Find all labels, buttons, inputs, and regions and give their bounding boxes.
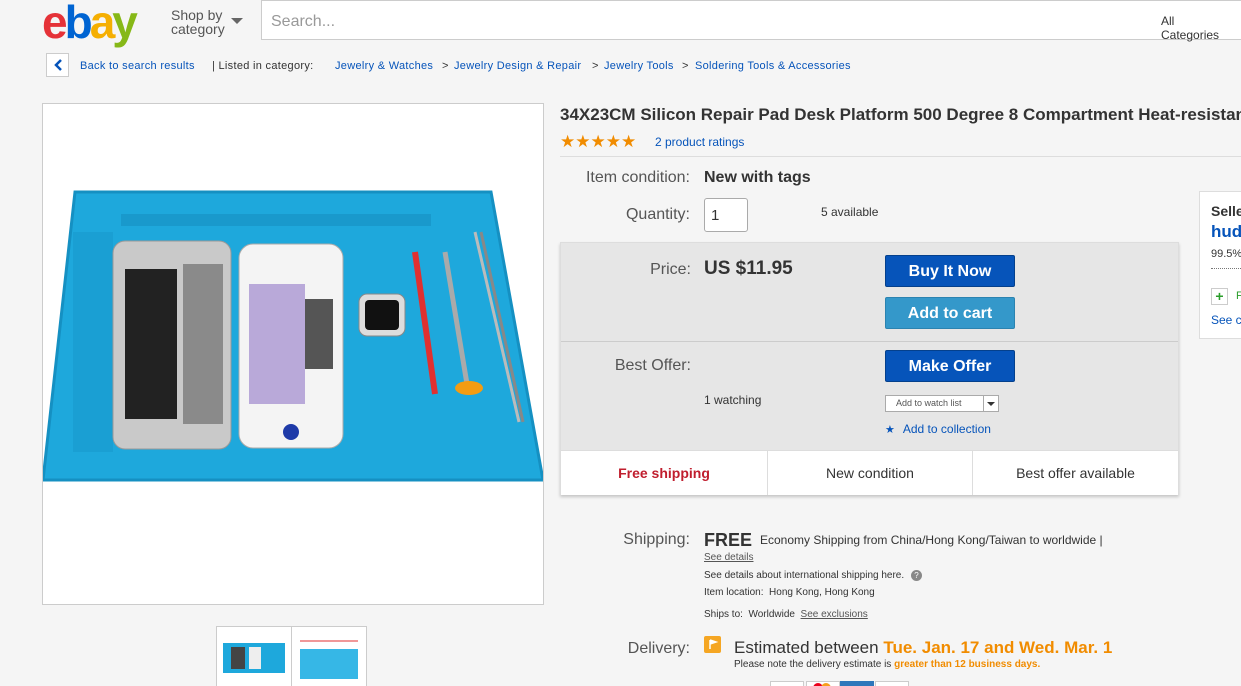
logo-letter-y: y xyxy=(112,0,138,48)
product-ratings-link[interactable]: 2 product ratings xyxy=(655,135,744,149)
quantity-input[interactable]: 1 xyxy=(704,198,748,232)
category-label: category xyxy=(171,21,225,37)
delivery-estimate: Estimated between Tue. Jan. 17 and Wed. … xyxy=(734,638,1112,658)
payment-paypal-icon xyxy=(770,681,804,686)
thumbnail-2[interactable] xyxy=(291,626,367,686)
watching-count: 1 watching xyxy=(704,393,762,407)
delivery-note-text: Please note the delivery estimate is xyxy=(734,659,892,670)
star-rating[interactable]: ★★★★★ xyxy=(560,132,636,152)
price-value: US $11.95 xyxy=(704,258,793,279)
divider xyxy=(1211,268,1241,269)
quantity-label: Quantity: xyxy=(625,206,690,223)
ships-to: Ships to: Worldwide See exclusions xyxy=(704,609,868,620)
chevron-down-icon xyxy=(231,18,243,24)
watch-list-label: Add to watch list xyxy=(896,398,962,408)
delivery-flag-icon xyxy=(704,636,721,653)
search-input[interactable]: Search... xyxy=(261,0,1147,40)
product-title: 34X23CM Silicon Repair Pad Desk Platform… xyxy=(560,105,1241,124)
breadcrumb-sep: > xyxy=(592,60,599,72)
item-condition-label: Item condition: xyxy=(585,169,690,186)
seller-name-link[interactable]: hud xyxy=(1211,222,1241,242)
payment-mastercard-icon xyxy=(806,681,840,686)
item-condition-value: New with tags xyxy=(704,169,811,186)
divider xyxy=(561,341,1178,342)
see-exclusions-link[interactable]: See exclusions xyxy=(801,609,868,620)
see-other-items-link[interactable]: See c xyxy=(1211,313,1241,327)
follow-seller-link[interactable]: F xyxy=(1236,290,1241,302)
make-offer-button[interactable]: Make Offer xyxy=(885,350,1015,382)
add-to-collection-link[interactable]: ★ Add to collection xyxy=(885,422,991,436)
add-to-collection-label: Add to collection xyxy=(902,422,991,436)
delivery-note-highlight: greater than 12 business days. xyxy=(894,659,1041,670)
shipping-label: Shipping: xyxy=(623,531,690,548)
ships-to-value: Worldwide xyxy=(748,609,795,620)
best-offer-badge: Best offer available xyxy=(1016,465,1135,481)
star-icon: ★ xyxy=(885,424,895,436)
intl-shipping-note: See details about international shipping… xyxy=(704,570,922,581)
plus-icon[interactable]: + xyxy=(1211,288,1228,305)
logo-letter-a: a xyxy=(89,0,116,48)
listed-in-label: | Listed in category: xyxy=(212,60,314,72)
ships-to-label: Ships to: xyxy=(704,609,743,620)
chevron-left-icon xyxy=(54,59,62,71)
item-location-label: Item location: xyxy=(704,587,764,598)
back-to-search-link[interactable]: Back to search results xyxy=(80,60,195,72)
thumbnail-1[interactable] xyxy=(216,626,292,686)
add-to-cart-button[interactable]: Add to cart xyxy=(885,297,1015,329)
breadcrumb-jewelry-design-repair[interactable]: Jewelry Design & Repair xyxy=(454,60,581,72)
repair-mat-image xyxy=(41,190,545,482)
item-location: Item location: Hong Kong, Hong Kong xyxy=(704,587,875,598)
payment-amex-icon xyxy=(840,681,874,686)
breadcrumb-soldering-tools[interactable]: Soldering Tools & Accessories xyxy=(695,60,851,72)
delivery-dates: Tue. Jan. 17 and Wed. Mar. 1 xyxy=(883,638,1113,657)
add-to-watch-list-button[interactable]: Add to watch list xyxy=(885,395,999,412)
divider xyxy=(560,156,1241,157)
see-details-label: See details xyxy=(704,552,754,563)
best-offer-label: Best Offer: xyxy=(614,357,691,374)
delivery-label: Delivery: xyxy=(627,640,690,657)
main-product-image[interactable] xyxy=(41,103,545,605)
breadcrumb-jewelry-watches[interactable]: Jewelry & Watches xyxy=(335,60,433,72)
shipping-description: Economy Shipping from China/Hong Kong/Ta… xyxy=(760,533,1103,547)
seller-heading: Selle xyxy=(1211,203,1241,219)
badge-bar: Free shipping New condition Best offer a… xyxy=(561,450,1178,495)
breadcrumb-sep: > xyxy=(442,60,449,72)
buy-it-now-button[interactable]: Buy It Now xyxy=(885,255,1015,287)
logo-letter-b: b xyxy=(64,0,93,48)
item-location-value: Hong Kong, Hong Kong xyxy=(769,587,875,598)
estimated-label: Estimated between xyxy=(734,638,879,657)
all-categories-select[interactable]: All Categories xyxy=(1146,0,1241,42)
free-shipping-badge: Free shipping xyxy=(618,465,710,481)
seller-info-box: Selle hud 99.5% + F See c xyxy=(1199,191,1241,339)
payment-discover-icon xyxy=(875,681,909,686)
delivery-note: Please note the delivery estimate is gre… xyxy=(734,659,1040,670)
logo-letter-e: e xyxy=(42,0,68,48)
ebay-logo[interactable]: ebay xyxy=(42,0,138,48)
price-label: Price: xyxy=(650,261,691,278)
back-button[interactable] xyxy=(46,53,69,77)
shop-by-category-button[interactable]: Shop by category xyxy=(171,8,251,36)
available-count: 5 available xyxy=(821,205,879,219)
see-details-link[interactable]: See details xyxy=(704,552,753,563)
seller-feedback: 99.5% xyxy=(1211,248,1241,260)
thumbnail-image xyxy=(223,643,285,673)
help-icon[interactable]: ? xyxy=(910,570,922,581)
shipping-free: FREE xyxy=(704,530,753,550)
breadcrumb-jewelry-tools[interactable]: Jewelry Tools xyxy=(604,60,674,72)
thumbnail-image xyxy=(300,640,358,679)
new-condition-badge: New condition xyxy=(826,465,914,481)
breadcrumb-sep: > xyxy=(682,60,689,72)
chevron-down-icon[interactable] xyxy=(983,396,998,411)
purchase-panel: Price: US $11.95 Buy It Now Add to cart … xyxy=(560,242,1179,495)
intl-shipping-text: See details about international shipping… xyxy=(704,570,905,581)
